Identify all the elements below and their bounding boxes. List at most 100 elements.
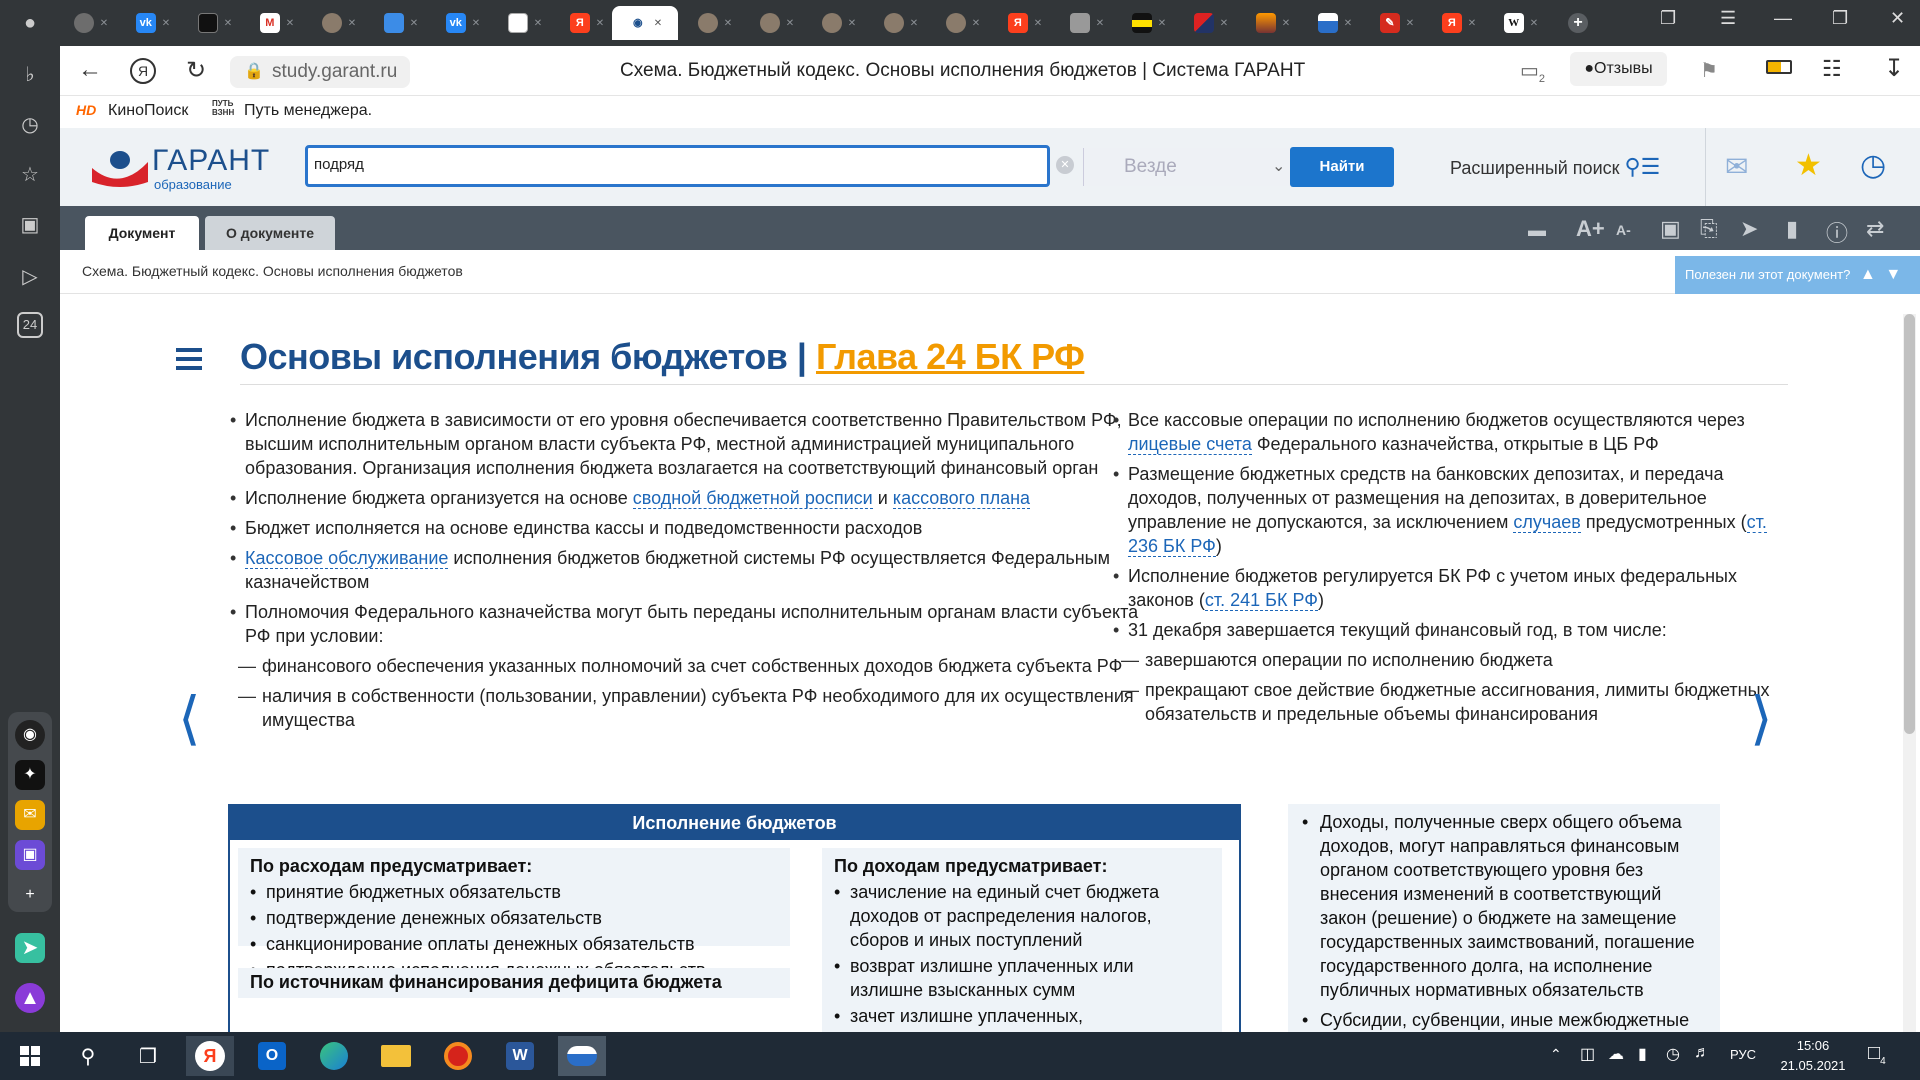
url-field[interactable]: 🔒 study.garant.ru bbox=[230, 56, 410, 88]
alice-app-icon[interactable]: ▲ bbox=[15, 983, 45, 1013]
counter-icon[interactable]: 24 bbox=[17, 312, 43, 338]
bookmark-item[interactable]: КиноПоиск bbox=[108, 102, 188, 120]
share-icon[interactable]: ➤ bbox=[1740, 216, 1758, 242]
browser-tab[interactable]: ✕ bbox=[1056, 6, 1118, 40]
close-icon[interactable]: ✕ bbox=[534, 18, 542, 29]
minimize-icon[interactable]: — bbox=[1774, 8, 1792, 29]
tabs-overview-icon[interactable]: ❐ bbox=[1660, 8, 1676, 29]
browser-tab[interactable]: ✕ bbox=[308, 6, 370, 40]
close-icon[interactable]: ✕ bbox=[348, 18, 356, 29]
mail-icon[interactable]: ✉ bbox=[15, 800, 45, 830]
download-icon[interactable]: ↧ bbox=[1884, 54, 1904, 83]
garant-logo[interactable]: ГАРАНТ образование bbox=[90, 142, 270, 192]
browser-tab[interactable]: ✕ bbox=[370, 6, 432, 40]
language-indicator[interactable]: РУС bbox=[1730, 1047, 1756, 1062]
close-icon[interactable]: ✕ bbox=[848, 18, 856, 29]
browser-tab[interactable]: M ✕ bbox=[246, 6, 308, 40]
play-icon[interactable]: ▷ bbox=[15, 262, 45, 292]
close-icon[interactable]: ✕ bbox=[100, 18, 108, 29]
star-icon[interactable]: ☆ bbox=[15, 160, 45, 190]
close-icon[interactable]: ✕ bbox=[1220, 18, 1228, 29]
close-icon[interactable]: ✕ bbox=[1096, 18, 1104, 29]
chevron-up-icon[interactable]: ⌃ bbox=[1550, 1046, 1562, 1063]
next-arrow-icon[interactable]: ⟩ bbox=[1750, 684, 1773, 752]
favorites-star-icon[interactable]: ★ bbox=[1795, 148, 1822, 183]
bell-icon[interactable]: ♭ bbox=[15, 60, 45, 90]
outlook-icon[interactable]: O bbox=[248, 1036, 296, 1076]
close-icon[interactable]: ✕ bbox=[224, 18, 232, 29]
chapter-link[interactable]: Глава 24 БК РФ bbox=[816, 336, 1085, 377]
browser-tab[interactable]: ✕ bbox=[1180, 6, 1242, 40]
browser-tab[interactable]: ✕ bbox=[932, 6, 994, 40]
profile-icon[interactable]: ● bbox=[15, 8, 45, 38]
browser-tab[interactable]: Я ✕ bbox=[1428, 6, 1490, 40]
close-icon[interactable]: ✕ bbox=[1344, 18, 1352, 29]
font-decrease-icon[interactable]: A- bbox=[1616, 222, 1631, 238]
close-icon[interactable]: ✕ bbox=[654, 18, 662, 29]
bookmark-icon[interactable]: ⚑ bbox=[1700, 58, 1718, 83]
browser-tab[interactable]: vk ✕ bbox=[122, 6, 184, 40]
clear-search-icon[interactable]: ✕ bbox=[1056, 156, 1074, 174]
scope-select[interactable]: Везде ⌄ bbox=[1083, 148, 1303, 186]
link[interactable]: случаев bbox=[1513, 512, 1581, 533]
link[interactable]: кассового плана bbox=[892, 488, 1031, 509]
close-icon[interactable]: ✕ bbox=[910, 18, 918, 29]
history-clock-icon[interactable]: ◷ bbox=[1860, 148, 1886, 183]
close-icon[interactable]: ✕ bbox=[162, 18, 170, 29]
restore-icon[interactable]: ❐ bbox=[1832, 8, 1848, 29]
close-icon[interactable]: ✕ bbox=[1282, 18, 1290, 29]
messages-icon[interactable]: ✉ bbox=[1725, 150, 1748, 183]
explorer-icon[interactable] bbox=[372, 1036, 420, 1076]
close-icon[interactable]: ✕ bbox=[472, 18, 480, 29]
search-input[interactable]: подряд bbox=[314, 156, 364, 173]
browser-tab[interactable]: ✕ bbox=[1242, 6, 1304, 40]
search-icon[interactable]: ⚲ bbox=[64, 1036, 112, 1076]
browser-tab[interactable]: ✕ bbox=[1304, 6, 1366, 40]
scrollbar[interactable] bbox=[1903, 314, 1916, 1032]
app-icon[interactable] bbox=[434, 1036, 482, 1076]
save-icon[interactable]: ▣ bbox=[1660, 216, 1681, 242]
browser-tab[interactable]: Я ✕ bbox=[994, 6, 1056, 40]
browser-tab[interactable]: W ✕ bbox=[1490, 6, 1552, 40]
volume-icon[interactable]: ♬ bbox=[1694, 1044, 1710, 1062]
browser-tab[interactable]: ✕ bbox=[1118, 6, 1180, 40]
browser-tab[interactable]: ✕ bbox=[808, 6, 870, 40]
feedback-button[interactable]: ●Отзывы bbox=[1570, 52, 1667, 86]
close-icon[interactable]: ✕ bbox=[286, 18, 294, 29]
thumbs-down-icon[interactable]: ▼ bbox=[1885, 266, 1901, 283]
voice-icon[interactable]: ▬ bbox=[1528, 220, 1546, 241]
new-tab-button[interactable]: + bbox=[1560, 6, 1596, 40]
link[interactable]: сводной бюджетной росписи bbox=[632, 488, 873, 509]
reload-icon[interactable]: ↻ bbox=[186, 56, 206, 85]
sparkle-icon[interactable]: ✦ bbox=[15, 760, 45, 790]
windows-start-icon[interactable] bbox=[6, 1036, 54, 1076]
notifications-icon[interactable]: □4 bbox=[1868, 1042, 1886, 1067]
browser-tab-active[interactable]: ◉ ✕ bbox=[612, 6, 678, 40]
yandex-browser-icon[interactable]: Я bbox=[186, 1036, 234, 1076]
browser-tab[interactable]: ✕ bbox=[684, 6, 746, 40]
print-icon[interactable]: ⎘ bbox=[1700, 216, 1718, 242]
alice-icon[interactable]: ◉ bbox=[15, 720, 45, 750]
find-button[interactable]: Найти bbox=[1290, 147, 1394, 187]
compare-icon[interactable]: ⇄ bbox=[1866, 216, 1884, 242]
clock[interactable]: 15:06 21.05.2021 bbox=[1778, 1036, 1848, 1076]
tab-about-document[interactable]: О документе bbox=[205, 216, 335, 250]
tab-document[interactable]: Документ bbox=[85, 216, 199, 250]
wifi-icon[interactable]: ◷ bbox=[1666, 1044, 1680, 1064]
close-icon[interactable]: ✕ bbox=[1406, 18, 1414, 29]
close-icon[interactable]: ✕ bbox=[724, 18, 732, 29]
tab-counter-icon[interactable]: ▭2 bbox=[1520, 58, 1545, 85]
close-icon[interactable]: ✕ bbox=[596, 18, 604, 29]
garant-taskbar-icon[interactable] bbox=[558, 1036, 606, 1076]
browser-tab[interactable]: ✕ bbox=[60, 6, 122, 40]
browser-tab[interactable]: ✎ ✕ bbox=[1366, 6, 1428, 40]
battery-icon[interactable]: ▮ bbox=[1638, 1044, 1647, 1064]
prev-arrow-icon[interactable]: ⟨ bbox=[178, 684, 201, 752]
edge-icon[interactable] bbox=[310, 1036, 358, 1076]
link[interactable]: Кассовое обслуживание bbox=[245, 548, 449, 569]
back-icon[interactable]: ← bbox=[78, 56, 102, 84]
close-icon[interactable]: ✕ bbox=[1468, 18, 1476, 29]
menu-icon[interactable] bbox=[176, 348, 202, 370]
messenger-icon[interactable]: ▣ bbox=[15, 840, 45, 870]
close-icon[interactable]: ✕ bbox=[972, 18, 980, 29]
